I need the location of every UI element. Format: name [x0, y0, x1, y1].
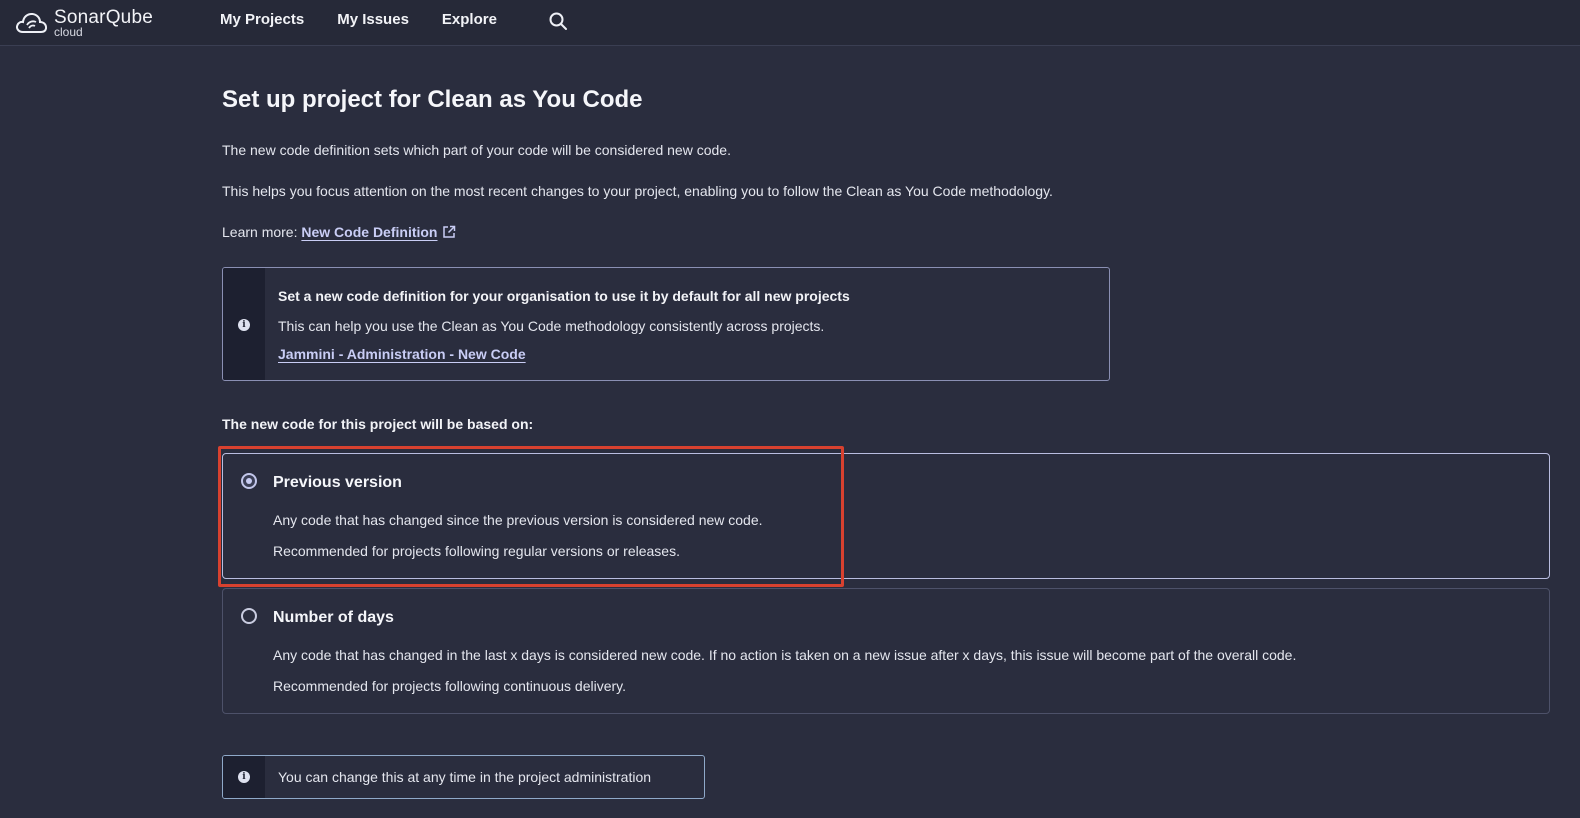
option-recommendation: Recommended for projects following conti…	[273, 678, 627, 694]
radio-number-of-days[interactable]	[241, 608, 257, 624]
option-title: Number of days	[273, 609, 394, 626]
radio-previous-version[interactable]	[241, 473, 257, 489]
note-icon-strip: i	[223, 756, 265, 798]
option-recommendation: Recommended for projects following regul…	[273, 543, 680, 559]
banner-icon-strip: i	[223, 268, 265, 380]
banner-title: Set a new code definition for your organ…	[278, 288, 850, 304]
page-title: Set up project for Clean as You Code	[222, 86, 643, 113]
sonarqube-cloud-logo-icon	[16, 12, 48, 33]
new-code-definition-link[interactable]: New Code Definition	[301, 224, 455, 240]
external-link-icon	[442, 225, 455, 238]
nav-my-projects[interactable]: My Projects	[220, 11, 304, 28]
option-title: Previous version	[273, 474, 402, 491]
info-icon: i	[238, 319, 250, 331]
note-text: You can change this at any time in the p…	[278, 769, 652, 785]
banner-description: This can help you use the Clean as You C…	[278, 318, 825, 334]
option-number-of-days[interactable]: Number of days Any code that has changed…	[222, 588, 1550, 714]
nav-explore[interactable]: Explore	[442, 11, 497, 28]
search-icon[interactable]	[548, 11, 568, 31]
option-previous-version[interactable]: Previous version Any code that has chang…	[222, 453, 1550, 579]
learn-more-label: Learn more:	[222, 224, 298, 240]
brand-logo[interactable]: SonarQube cloud	[14, 3, 153, 43]
top-navigation-bar: SonarQube cloud My Projects My Issues Ex…	[0, 0, 1580, 46]
change-later-note: i You can change this at any time in the…	[222, 755, 705, 799]
option-description: Any code that has changed since the prev…	[273, 512, 763, 528]
learn-more: Learn more: New Code Definition	[222, 224, 456, 240]
intro-text-secondary: This helps you focus attention on the mo…	[222, 183, 1053, 199]
new-code-definition-link-label: New Code Definition	[301, 224, 438, 240]
option-description: Any code that has changed in the last x …	[273, 647, 1297, 663]
info-icon: i	[238, 771, 250, 783]
options-heading: The new code for this project will be ba…	[222, 416, 534, 432]
org-default-info-banner: i Set a new code definition for your org…	[222, 267, 1110, 381]
administration-new-code-link[interactable]: Jammini - Administration - New Code	[278, 346, 526, 362]
intro-text: The new code definition sets which part …	[222, 142, 731, 158]
main-nav: My Projects My Issues Explore	[220, 0, 530, 38]
nav-my-issues[interactable]: My Issues	[337, 11, 409, 28]
